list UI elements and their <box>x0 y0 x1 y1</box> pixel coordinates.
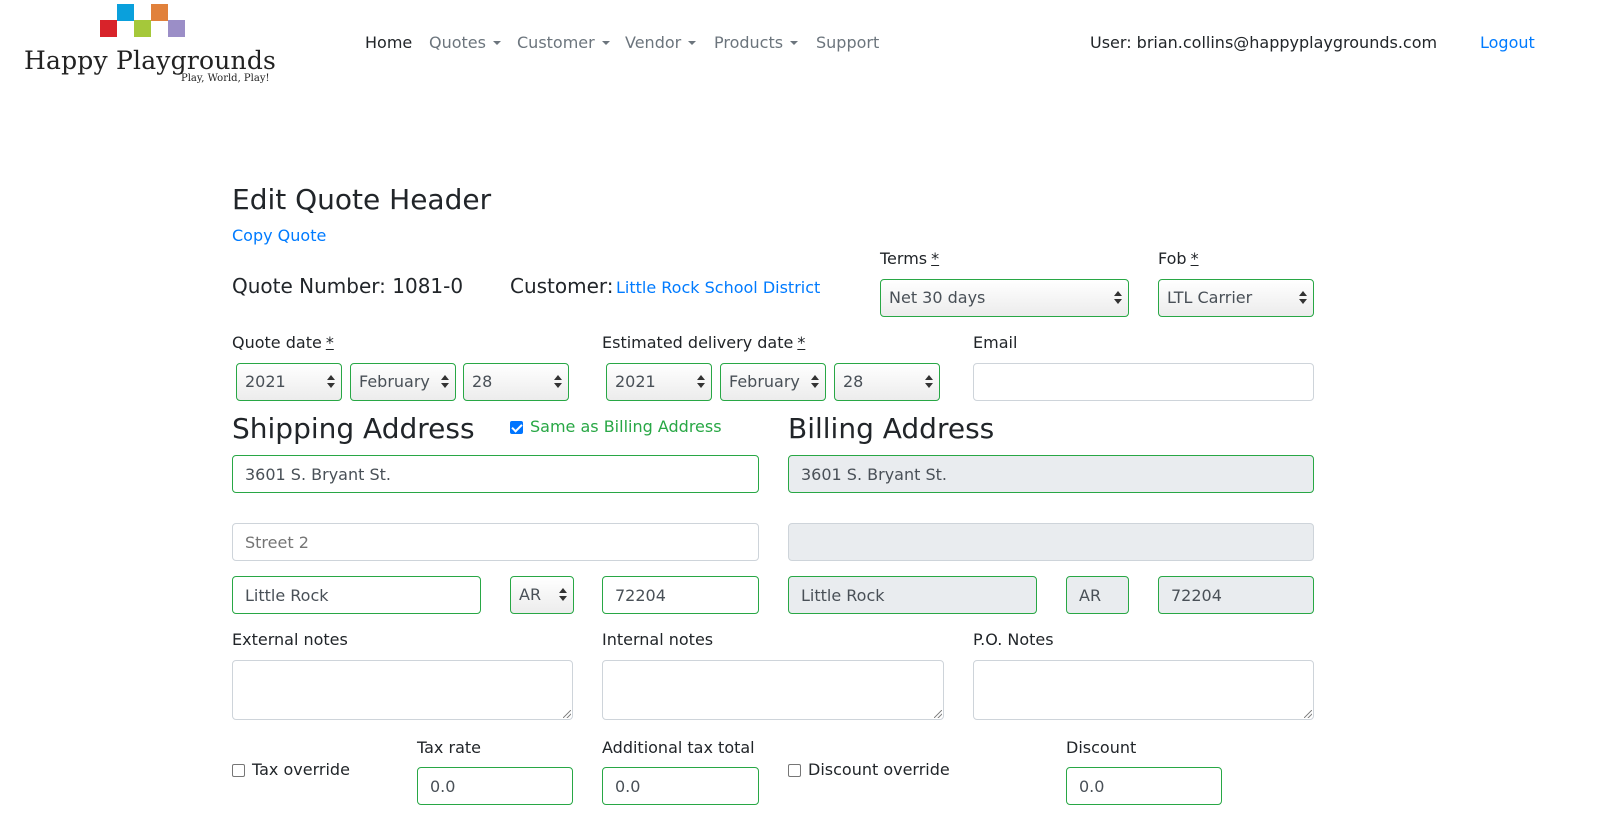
page-title: Edit Quote Header <box>232 183 492 216</box>
brand-logo[interactable]: Happy Playgrounds Play, World, Play! <box>22 4 276 88</box>
select-arrows-icon <box>1114 291 1122 306</box>
fob-select[interactable]: LTL Carrier <box>1158 279 1314 317</box>
nav-vendor-dropdown[interactable]: Vendor <box>625 33 697 52</box>
shipping-city-input[interactable] <box>232 576 481 614</box>
nav-customer-dropdown[interactable]: Customer <box>517 33 610 52</box>
terms-select[interactable]: Net 30 days <box>880 279 1129 317</box>
quote-date-day-select[interactable]: 28 <box>463 363 569 401</box>
caret-down-icon <box>601 41 610 45</box>
same-as-billing-checkbox[interactable] <box>510 421 523 434</box>
shipping-zip-input[interactable] <box>602 576 759 614</box>
shipping-heading: Shipping Address <box>232 412 475 445</box>
resize-grip-icon[interactable] <box>1304 710 1312 718</box>
external-notes-label: External notes <box>232 630 348 649</box>
nav-customer-label: Customer <box>517 33 595 52</box>
select-arrows-icon <box>554 375 562 390</box>
nav-home[interactable]: Home <box>365 33 412 52</box>
billing-street2-input <box>788 523 1314 561</box>
quote-number: Quote Number: 1081-0 <box>232 274 464 298</box>
quote-date-year-select[interactable]: 2021 <box>236 363 342 401</box>
shipping-street1-input[interactable] <box>232 455 759 493</box>
discount-override-label: Discount override <box>808 760 950 779</box>
internal-notes-textarea[interactable] <box>602 660 944 720</box>
po-notes-textarea[interactable] <box>973 660 1314 720</box>
customer-link[interactable]: Little Rock School District <box>616 278 820 297</box>
delivery-date-label: Estimated delivery date * <box>602 333 806 352</box>
resize-grip-icon[interactable] <box>563 710 571 718</box>
select-arrows-icon <box>441 375 449 390</box>
discount-label: Discount <box>1066 738 1137 757</box>
select-arrows-icon <box>327 375 335 390</box>
terms-label: Terms * <box>880 249 940 268</box>
nav-products-label: Products <box>714 33 784 52</box>
resize-grip-icon[interactable] <box>934 710 942 718</box>
logout-link[interactable]: Logout <box>1480 33 1535 52</box>
additional-tax-input[interactable] <box>602 767 759 805</box>
quote-date-month-select[interactable]: February <box>350 363 456 401</box>
delivery-date-month-select[interactable]: February <box>720 363 826 401</box>
caret-down-icon <box>492 41 501 45</box>
select-arrows-icon <box>559 588 567 603</box>
discount-override-checkbox[interactable] <box>788 764 801 777</box>
select-arrows-icon <box>1299 291 1307 306</box>
select-arrows-icon <box>925 375 933 390</box>
nav-products-dropdown[interactable]: Products <box>714 33 799 52</box>
billing-heading: Billing Address <box>788 412 995 445</box>
select-arrows-icon <box>697 375 705 390</box>
nav-support[interactable]: Support <box>816 33 879 52</box>
shipping-state-select[interactable]: AR <box>510 576 574 614</box>
billing-street1-input <box>788 455 1314 493</box>
nav-quotes-dropdown[interactable]: Quotes <box>429 33 501 52</box>
tax-rate-label: Tax rate <box>417 738 481 757</box>
delivery-date-year-select[interactable]: 2021 <box>606 363 712 401</box>
discount-input[interactable] <box>1066 767 1222 805</box>
quote-date-label: Quote date * <box>232 333 334 352</box>
email-label: Email <box>973 333 1018 352</box>
nav-quotes-label: Quotes <box>429 33 486 52</box>
internal-notes-label: Internal notes <box>602 630 714 649</box>
tax-override-label: Tax override <box>252 760 350 779</box>
external-notes-textarea[interactable] <box>232 660 573 720</box>
po-notes-label: P.O. Notes <box>973 630 1054 649</box>
tax-override-checkbox[interactable] <box>232 764 245 777</box>
caret-down-icon <box>790 41 799 45</box>
same-as-billing-label: Same as Billing Address <box>530 417 722 436</box>
billing-zip-input <box>1158 576 1314 614</box>
nav-vendor-label: Vendor <box>625 33 682 52</box>
brand-tagline: Play, World, Play! <box>181 73 270 84</box>
current-user: User: brian.collins@happyplaygrounds.com <box>1090 33 1438 52</box>
delivery-date-day-select[interactable]: 28 <box>834 363 940 401</box>
select-arrows-icon <box>811 375 819 390</box>
brand-name: Happy Playgrounds <box>24 46 277 75</box>
email-field[interactable] <box>973 363 1314 401</box>
customer-label: Customer: <box>510 274 614 298</box>
fob-label: Fob * <box>1158 249 1199 268</box>
billing-city-input <box>788 576 1037 614</box>
tax-rate-input[interactable] <box>417 767 573 805</box>
copy-quote-link[interactable]: Copy Quote <box>232 226 326 245</box>
caret-down-icon <box>688 41 697 45</box>
billing-state-input <box>1066 576 1129 614</box>
additional-tax-label: Additional tax total <box>602 738 755 757</box>
shipping-street2-input[interactable] <box>232 523 759 561</box>
